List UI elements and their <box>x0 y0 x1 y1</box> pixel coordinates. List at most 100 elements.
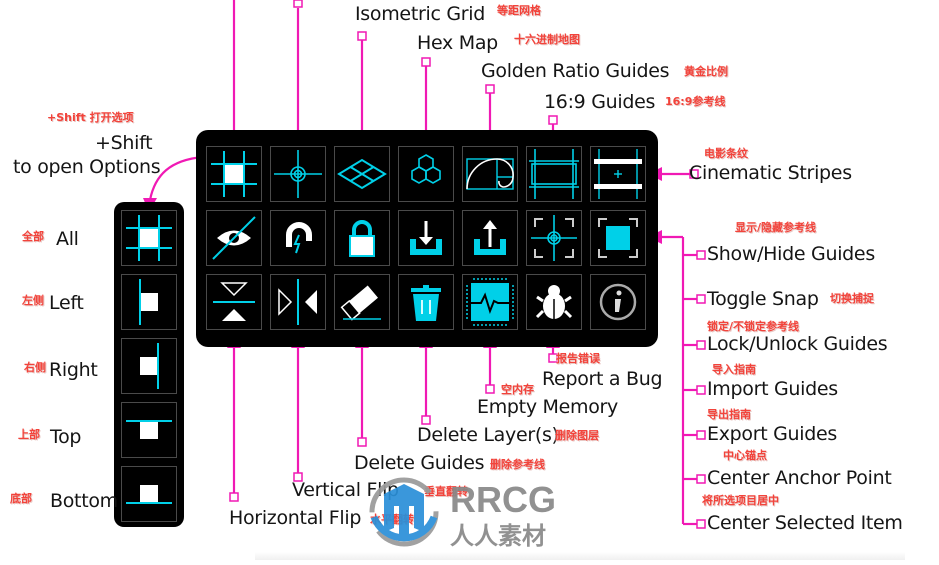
option-bottom-icon <box>126 485 172 504</box>
label-lock-unlock-guides: Lock/Unlock Guides <box>707 333 888 355</box>
show-hide-guides-icon <box>212 216 256 260</box>
label-center-anchor-point: Center Anchor Point <box>707 467 892 489</box>
option-label-bottom: Bottom <box>50 490 118 512</box>
option-button-top[interactable] <box>121 402 177 458</box>
bottom-strip <box>255 552 905 560</box>
center-anchor-icon <box>531 215 577 261</box>
cn-label-golden-ratio: 黄金比例 <box>684 65 728 78</box>
cn-label-report-bug: 报告错误 <box>556 352 600 365</box>
tool-button-lock[interactable] <box>334 210 390 266</box>
cn-label-empty-memory: 空内存 <box>501 383 534 396</box>
import-icon <box>410 221 442 255</box>
label-horizontal-flip: Horizontal Flip <box>229 507 362 529</box>
label-empty-memory: Empty Memory <box>477 396 618 418</box>
option-all-icon <box>126 215 172 261</box>
cn-label-toggle-snap: 切换捕捉 <box>830 292 874 305</box>
label-hex-map: Hex Map <box>417 32 498 54</box>
horizontal-flip-icon <box>213 282 255 321</box>
option-label-top: Top <box>50 426 82 448</box>
tool-button-trash[interactable] <box>398 274 454 330</box>
tool-button-grid-all[interactable] <box>206 146 262 202</box>
cn-label-center-selected: 将所选项目居中 <box>702 494 779 507</box>
cn-option-label-left: 左侧 <box>22 294 44 307</box>
grid-all-icon <box>211 151 257 197</box>
snap-magnet-icon <box>286 222 312 254</box>
cn-label-lock-unlock: 锁定/不锁定参考线 <box>707 320 800 333</box>
label-cinematic-stripes: Cinematic Stripes <box>689 162 852 184</box>
tool-button-snap-magnet[interactable] <box>270 210 326 266</box>
label-show-hide-guides: Show/Hide Guides <box>707 243 875 265</box>
cn-option-label-all: 全部 <box>22 230 44 243</box>
label-export-guides: Export Guides <box>707 423 838 445</box>
golden-ratio-icon <box>466 158 514 190</box>
cn-label-show-hide: 显示/隐藏参考线 <box>735 221 817 234</box>
isometric-grid-icon <box>337 158 387 190</box>
svg-text:RRCG: RRCG <box>450 479 556 520</box>
label-toggle-snap: Toggle Snap <box>707 288 819 310</box>
option-label-right: Right <box>49 359 98 381</box>
tool-button-horizontal-flip[interactable] <box>206 274 262 330</box>
option-button-bottom[interactable] <box>121 466 177 522</box>
label-center-selected-item: Center Selected Item <box>707 512 903 534</box>
watermark-logo-icon: RRCG 人人素材 <box>369 477 556 550</box>
option-button-left[interactable] <box>121 274 177 330</box>
cn-option-label-top: 上部 <box>18 428 40 441</box>
cn-option-label-right: 右侧 <box>24 361 46 374</box>
center-selected-icon <box>598 218 638 258</box>
tool-button-golden-ratio[interactable] <box>462 146 518 202</box>
option-left-icon <box>139 279 158 325</box>
cn-label-delete-layers: 删除图层 <box>555 429 599 442</box>
option-label-all: All <box>56 228 79 250</box>
tool-button-bug[interactable] <box>526 274 582 330</box>
option-top-icon <box>126 420 172 439</box>
label-golden-ratio: Golden Ratio Guides <box>481 60 670 82</box>
trash-icon <box>411 285 441 321</box>
tool-button-show-hide-guides[interactable] <box>206 210 262 266</box>
tool-button-import[interactable] <box>398 210 454 266</box>
watermark-sub: 人人素材 <box>450 522 546 550</box>
cn-label-export: 导出指南 <box>707 408 751 421</box>
export-icon <box>474 220 506 255</box>
tool-button-cinematic-stripes[interactable] <box>590 146 646 202</box>
watermark: RRCG 人人素材 <box>368 472 588 552</box>
options-panel <box>114 202 184 527</box>
cinematic-stripes-icon <box>594 149 642 199</box>
guides-toolbar-panel <box>196 130 658 347</box>
option-button-right[interactable] <box>121 338 177 394</box>
label-delete-layers: Delete Layer(s) <box>417 424 559 446</box>
cn-label-import: 导入指南 <box>712 363 756 376</box>
hex-map-icon <box>411 154 441 184</box>
tool-button-guides-16-9[interactable] <box>526 146 582 202</box>
tool-button-center-selected[interactable] <box>590 210 646 266</box>
crosshair-icon <box>274 150 322 198</box>
tool-button-eraser[interactable] <box>334 274 390 330</box>
cn-label-delete-guides: 删除参考线 <box>490 458 545 471</box>
cn-label-16-9-guides: 16:9参考线 <box>665 95 726 108</box>
cn-option-label-bottom: 底部 <box>10 492 32 505</box>
cn-label-cinematic: 电影条纹 <box>704 147 748 160</box>
tool-button-memory-chip[interactable] <box>462 274 518 330</box>
tool-button-vertical-flip[interactable] <box>270 274 326 330</box>
info-icon <box>599 283 637 321</box>
vertical-flip-icon <box>278 279 317 325</box>
option-right-icon <box>140 343 159 389</box>
tool-button-center-anchor[interactable] <box>526 210 582 266</box>
shift-note-line1: +Shift <box>95 132 153 154</box>
tool-button-info[interactable] <box>590 274 646 330</box>
lock-icon <box>349 220 375 257</box>
option-button-all[interactable] <box>121 210 177 266</box>
tool-button-isometric-grid[interactable] <box>334 146 390 202</box>
option-label-left: Left <box>49 292 84 314</box>
label-report-a-bug: Report a Bug <box>542 368 663 390</box>
eraser-icon <box>340 285 381 321</box>
label-delete-guides: Delete Guides <box>354 452 485 474</box>
cn-label-hex-map: 十六进制地图 <box>514 33 580 46</box>
bug-icon <box>535 285 573 319</box>
label-16-9-guides: 16:9 Guides <box>544 91 656 113</box>
label-isometric-grid: Isometric Grid <box>355 3 486 25</box>
tool-button-crosshair[interactable] <box>270 146 326 202</box>
memory-chip-icon <box>466 278 514 326</box>
tool-button-export[interactable] <box>462 210 518 266</box>
cn-label-isometric-grid: 等距网格 <box>497 4 541 17</box>
tool-button-hex-map[interactable] <box>398 146 454 202</box>
